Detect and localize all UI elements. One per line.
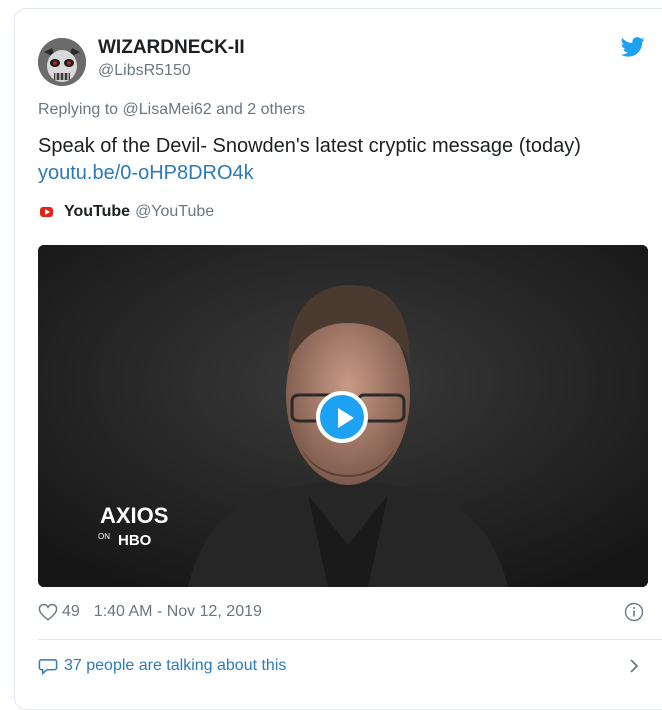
avatar[interactable]: [38, 38, 86, 86]
tweet-url-link[interactable]: youtu.be/0-oHP8DRO4k: [38, 162, 254, 185]
tweet-text: Speak of the Devil- Snowden's latest cry…: [38, 135, 581, 157]
source-name[interactable]: YouTube: [64, 203, 130, 221]
twitter-bird-icon[interactable]: [621, 36, 645, 58]
chevron-right-icon[interactable]: [627, 656, 641, 676]
divider: [38, 639, 662, 640]
speech-bubble-icon: [38, 659, 58, 675]
reply-target-link[interactable]: @LisaMei62: [123, 101, 212, 118]
youtube-icon: [40, 207, 53, 217]
conversation-link[interactable]: 37 people are talking about this: [38, 657, 286, 675]
conversation-label[interactable]: 37 people are talking about this: [64, 657, 286, 675]
info-icon[interactable]: [624, 602, 644, 622]
reply-suffix[interactable]: and 2 others: [212, 101, 305, 118]
tweet-meta: 49 1:40 AM - Nov 12, 2019: [38, 603, 262, 621]
reply-context: Replying to @LisaMei62 and 2 others: [38, 101, 305, 119]
video-overlay-hbo: HBO: [118, 532, 152, 549]
author-handle[interactable]: @LibsR5150: [98, 62, 191, 80]
skull-avatar-icon: [38, 38, 86, 86]
source-handle[interactable]: @YouTube: [135, 203, 214, 221]
video-overlay-axios: AXIOS: [100, 503, 168, 528]
like-count[interactable]: 49: [62, 603, 80, 621]
heart-icon[interactable]: [38, 603, 58, 621]
video-source[interactable]: YouTube @YouTube: [40, 203, 214, 221]
tweet-timestamp[interactable]: 1:40 AM - Nov 12, 2019: [94, 603, 262, 621]
play-button[interactable]: [316, 391, 368, 443]
video-overlay-on: ON: [98, 532, 110, 541]
reply-prefix: Replying to: [38, 101, 123, 118]
author-name[interactable]: WIZARDNECK-II: [98, 37, 245, 59]
